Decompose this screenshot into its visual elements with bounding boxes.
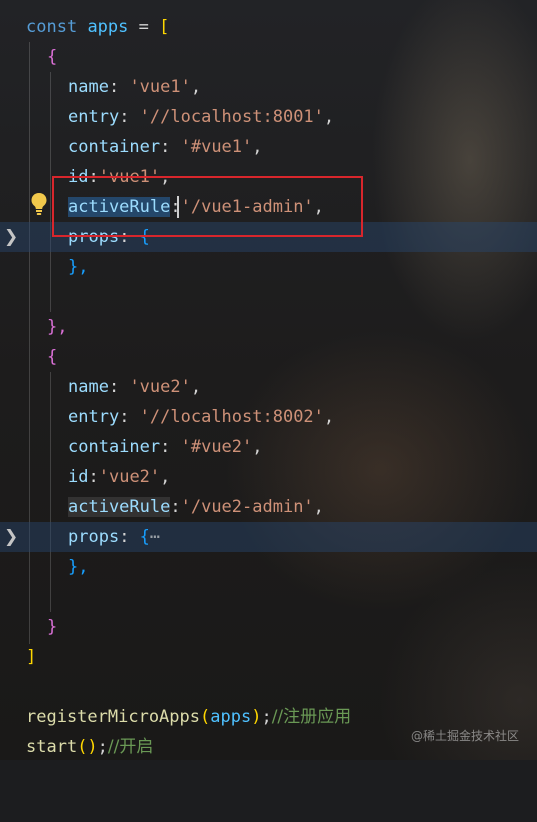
property-key: activeRule	[68, 497, 171, 517]
string-value: '/vue2-admin'	[180, 497, 314, 517]
property-key: id	[68, 467, 89, 487]
string-value: '#vue1'	[180, 137, 253, 157]
watermark: @稀土掘金技术社区	[410, 729, 519, 743]
code-line[interactable]: const apps = [	[0, 12, 537, 42]
identifier: apps	[210, 707, 252, 727]
code-line[interactable]: },	[0, 252, 537, 282]
bracket: [	[159, 17, 170, 37]
bracket: },	[68, 257, 89, 277]
string-value: '//localhost:8002'	[139, 407, 324, 427]
function-name: start	[26, 737, 78, 757]
bracket: },	[68, 557, 89, 577]
code-line[interactable]: entry: '//localhost:8001',	[0, 102, 537, 132]
keyword: const	[26, 17, 78, 37]
bracket: {	[47, 347, 58, 367]
string-value: 'vue2'	[129, 377, 191, 397]
bracket: }	[47, 617, 58, 637]
code-line[interactable]: name: 'vue2',	[0, 372, 537, 402]
property-key: entry	[68, 407, 120, 427]
property-key: name	[68, 377, 109, 397]
code-line[interactable]	[0, 582, 537, 612]
bracket: ]	[26, 647, 37, 667]
code-line[interactable]: ]	[0, 642, 537, 672]
operator: =	[128, 17, 160, 37]
property-key: props	[68, 527, 120, 547]
bracket: {	[139, 527, 150, 547]
string-value: '//localhost:8001'	[139, 107, 324, 127]
code-line[interactable]	[0, 672, 537, 702]
code-line[interactable]: name: 'vue1',	[0, 72, 537, 102]
code-line[interactable]: container: '#vue2',	[0, 432, 537, 462]
string-value: '#vue2'	[180, 437, 253, 457]
code-line[interactable]: entry: '//localhost:8002',	[0, 402, 537, 432]
identifier: apps	[87, 17, 129, 37]
property-key: name	[68, 77, 109, 97]
collapsed-ellipsis[interactable]: ⋯	[150, 527, 160, 547]
code-line[interactable]: },	[0, 552, 537, 582]
code-line[interactable]: }	[0, 612, 537, 642]
property-key: container	[68, 437, 161, 457]
comment: //开启	[107, 737, 154, 757]
code-line[interactable]: container: '#vue1',	[0, 132, 537, 162]
code-line[interactable]: {	[0, 42, 537, 72]
string-value: 'vue2'	[98, 467, 161, 487]
code-line-folded[interactable]: ❯ props: {⋯	[0, 522, 537, 552]
code-line[interactable]: activeRule:'/vue2-admin',	[0, 492, 537, 522]
code-line[interactable]: id:'vue2',	[0, 462, 537, 492]
code-line[interactable]	[0, 282, 537, 312]
annotation-highlight-box	[52, 176, 363, 237]
comment: //注册应用	[271, 707, 352, 727]
lightbulb-icon[interactable]	[30, 192, 48, 216]
code-editor[interactable]: const apps = [ { name: 'vue1', entry: '/…	[0, 0, 537, 760]
code-line[interactable]: {	[0, 342, 537, 372]
property-key: entry	[68, 107, 120, 127]
property-key: container	[68, 137, 161, 157]
string-value: 'vue1'	[129, 77, 191, 97]
bracket: },	[47, 317, 68, 337]
code-line[interactable]: },	[0, 312, 537, 342]
chevron-right-icon[interactable]: ❯	[4, 222, 18, 252]
chevron-right-icon[interactable]: ❯	[4, 522, 18, 552]
bracket: {	[47, 47, 58, 67]
function-name: registerMicroApps	[26, 707, 200, 727]
